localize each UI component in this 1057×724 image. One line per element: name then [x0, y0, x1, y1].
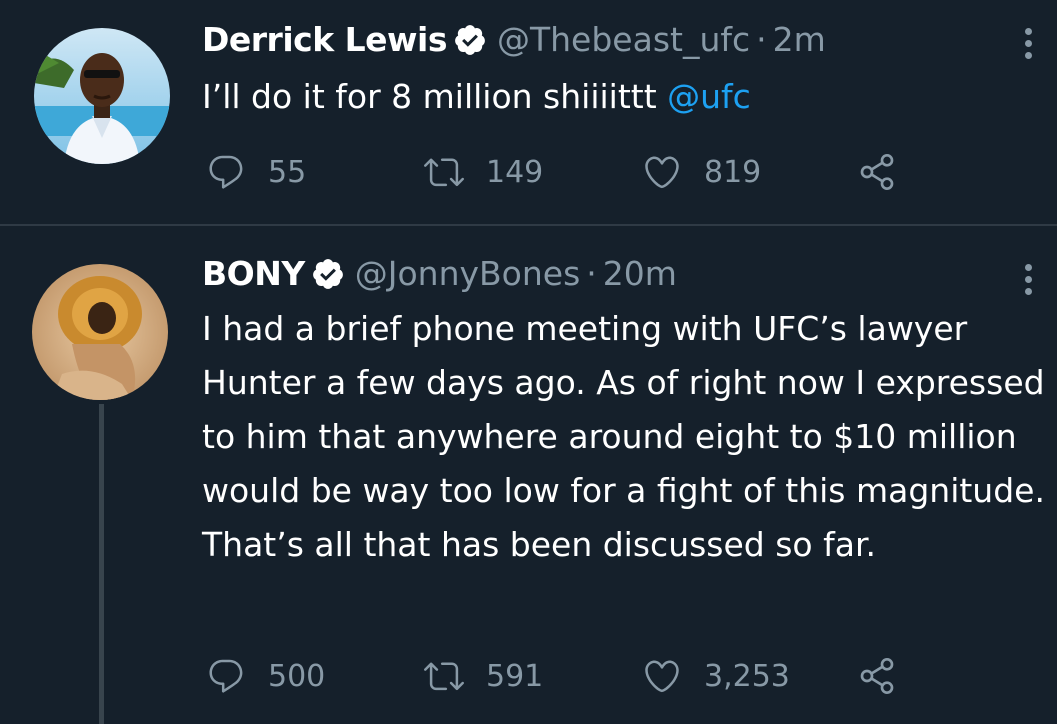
verified-badge-icon — [455, 24, 485, 55]
heart-icon — [645, 660, 679, 693]
like-button[interactable]: 3,253 — [642, 656, 790, 696]
author-handle[interactable]: @Thebeast_ufc — [497, 20, 750, 59]
avatar-image — [32, 264, 168, 400]
tweet-actions: 55 149 819 — [202, 152, 1022, 192]
separator: · — [586, 254, 597, 293]
tweet-header: Derrick Lewis @Thebeast_ufc · 2m — [202, 20, 826, 59]
share-button[interactable] — [857, 152, 897, 192]
avatar[interactable] — [32, 264, 168, 400]
tweet-bony[interactable]: BONY @JonnyBones · 20m I had a brief pho… — [0, 226, 1057, 724]
reply-button[interactable]: 500 — [206, 656, 325, 696]
heart-icon — [645, 156, 679, 189]
like-button[interactable]: 819 — [642, 152, 761, 192]
share-icon — [860, 658, 894, 694]
avatar-image — [34, 28, 170, 164]
reply-count: 55 — [268, 154, 307, 190]
tweet-body: I’ll do it for 8 million shiiiittt — [202, 77, 668, 116]
timestamp[interactable]: 2m — [773, 20, 826, 59]
timestamp[interactable]: 20m — [603, 254, 677, 293]
mention-link[interactable]: @ufc — [667, 77, 751, 116]
verified-badge-icon — [312, 258, 343, 289]
tweet-derrick-lewis[interactable]: Derrick Lewis @Thebeast_ufc · 2m I’ll do… — [0, 0, 1057, 224]
tweet-text: I had a brief phone meeting with UFC’s l… — [202, 309, 1045, 564]
retweet-button[interactable]: 591 — [424, 656, 543, 696]
tweet-text: I’ll do it for 8 million shiiiittt @ufc — [202, 70, 1052, 124]
author-name[interactable]: BONY — [202, 254, 305, 293]
like-count: 819 — [704, 154, 762, 190]
separator: · — [756, 20, 767, 59]
more-options-icon[interactable] — [1025, 28, 1032, 59]
reply-count: 500 — [268, 658, 326, 694]
share-icon — [860, 154, 894, 190]
retweet-button[interactable]: 149 — [424, 152, 543, 192]
like-count: 3,253 — [704, 658, 790, 694]
retweet-icon — [424, 158, 464, 187]
tweet-header: BONY @JonnyBones · 20m — [202, 254, 677, 293]
retweet-icon — [424, 662, 464, 691]
retweet-count: 591 — [486, 658, 544, 694]
author-name[interactable]: Derrick Lewis — [202, 20, 447, 59]
retweet-count: 149 — [486, 154, 544, 190]
reply-icon — [209, 155, 243, 189]
share-button[interactable] — [857, 656, 897, 696]
reply-button[interactable]: 55 — [206, 152, 306, 192]
avatar[interactable] — [34, 28, 170, 164]
author-handle[interactable]: @JonnyBones — [355, 254, 581, 293]
more-options-icon[interactable] — [1025, 264, 1032, 295]
tweet-actions: 500 591 3,253 — [202, 656, 1022, 696]
thread-line — [99, 404, 104, 724]
reply-icon — [209, 659, 243, 693]
